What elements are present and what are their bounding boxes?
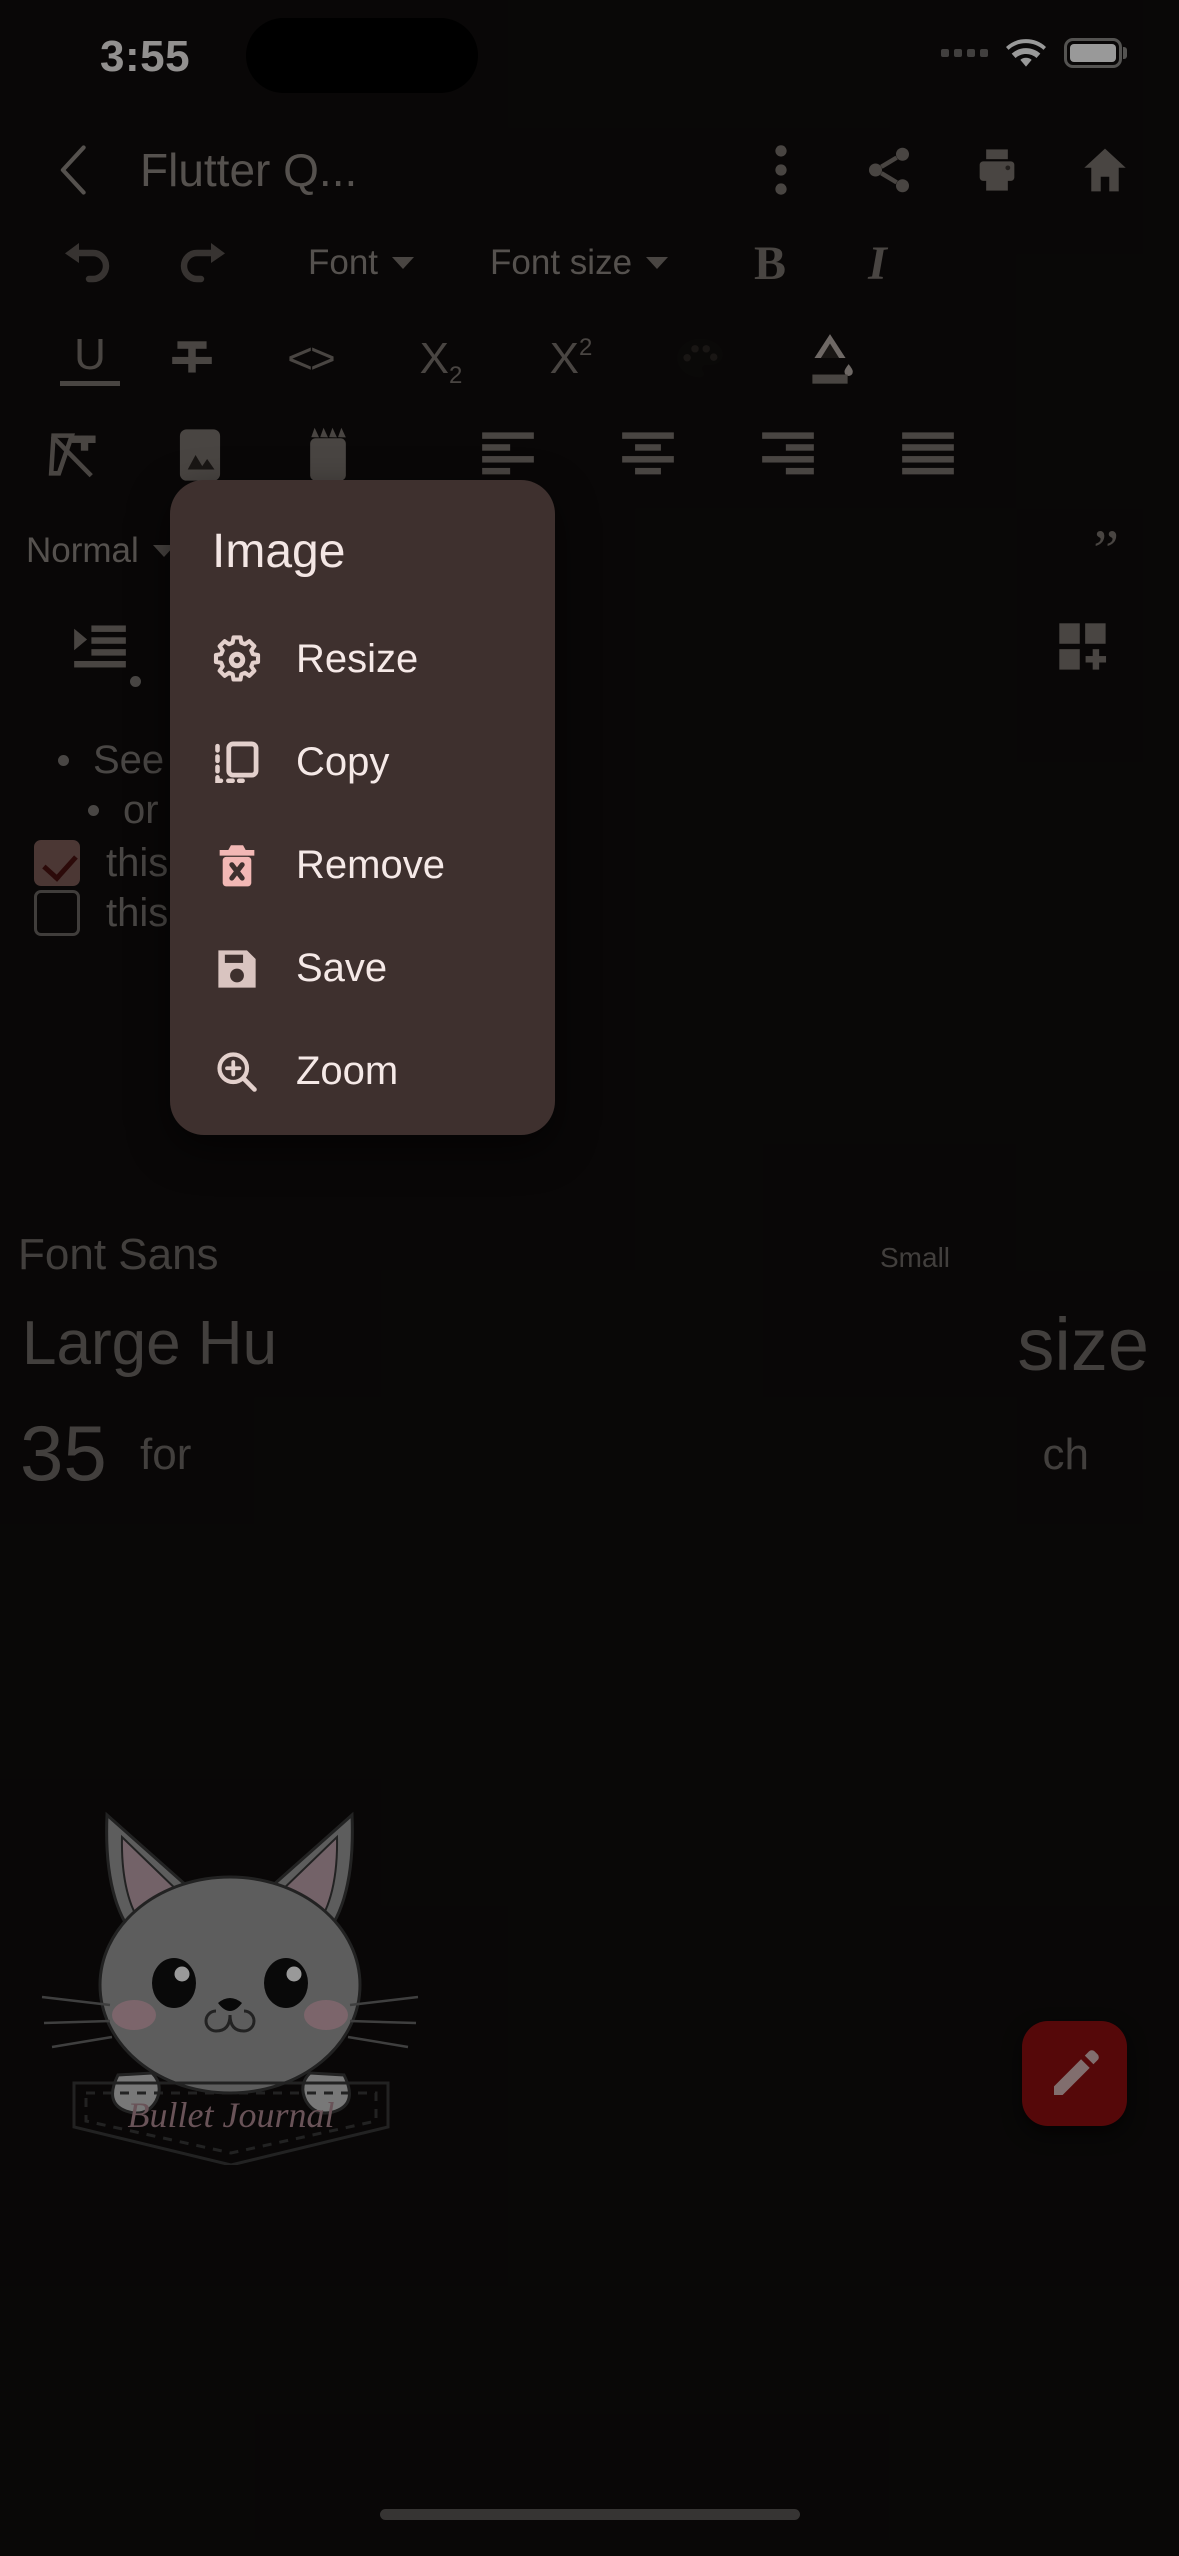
copy-icon	[210, 736, 264, 790]
dialog-menu-list: Resize Copy Remove Save Zoom	[170, 608, 555, 1123]
modal-scrim[interactable]	[0, 0, 1179, 2556]
image-context-dialog: Image Resize Copy Remove Save Zoom	[170, 480, 555, 1135]
menu-item-save[interactable]: Save	[170, 917, 555, 1020]
dialog-title: Image	[212, 525, 346, 578]
menu-item-label: Remove	[296, 843, 445, 887]
menu-item-remove[interactable]: Remove	[170, 814, 555, 917]
menu-item-zoom[interactable]: Zoom	[170, 1020, 555, 1123]
menu-item-label: Save	[296, 946, 388, 990]
gear-icon	[210, 633, 264, 687]
zoom-in-icon	[210, 1045, 264, 1099]
menu-item-label: Zoom	[296, 1049, 399, 1093]
menu-item-label: Copy	[296, 740, 390, 784]
delete-trash-icon	[210, 839, 264, 893]
save-floppy-icon	[210, 942, 264, 996]
menu-item-resize[interactable]: Resize	[170, 608, 555, 711]
menu-item-copy[interactable]: Copy	[170, 711, 555, 814]
menu-item-label: Resize	[296, 637, 419, 681]
